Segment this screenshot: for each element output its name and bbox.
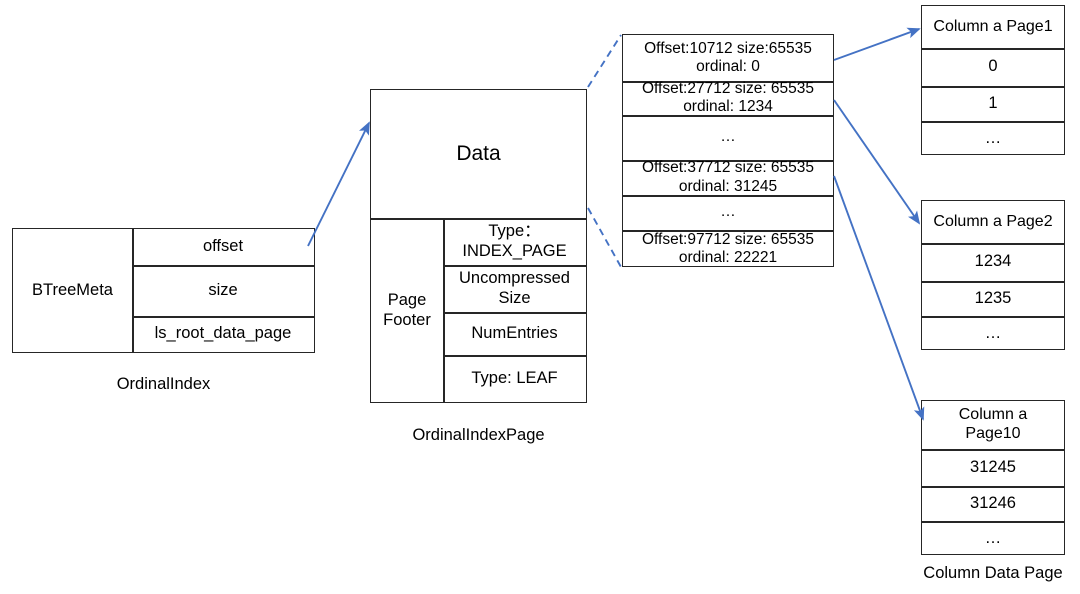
offset-entry-row: Offset:37712 size: 65535 ordinal: 31245 [641,159,815,195]
ordinal-index-field-size: size [208,280,238,299]
column-page-10-value: 31245 [970,457,1016,476]
column-page-2-value: 1234 [974,252,1012,271]
column-data-page-caption: Column Data Page [923,564,1063,582]
offset-entries-box: Offset:10712 size:65535 ordinal: 0 Offse… [622,34,834,267]
btreemeta-label: BTreeMeta [31,280,113,299]
column-data-page-10: Column a Page10 31245 31246 … [921,400,1065,555]
offset-entry-row: Offset:27712 size: 65535 ordinal: 1234 [641,79,815,115]
column-page-10-value: … [984,528,1002,547]
column-page-2-header: Column a Page2 [933,212,1053,230]
footer-field-type-index-page: Type： INDEX_PAGE [462,222,567,260]
column-page-1-value: 1 [988,93,998,112]
ordinal-index-box: BTreeMeta offset size ls_root_data_page [12,228,315,353]
column-data-page-2: Column a Page2 1234 1235 … [921,200,1065,350]
page-data-label: Data [456,141,501,165]
ordinal-index-page-caption: OrdinalIndexPage [412,426,545,444]
column-page-10-header: Column a Page10 [958,406,1028,442]
arrow-entry4-to-column-page-10 [833,175,925,421]
arrow-ordinalindex-to-page [307,121,370,247]
ordinal-index-caption: OrdinalIndex [116,375,211,393]
page-footer-label: Page Footer [383,291,431,329]
footer-field-uncompressed-size: Uncompressed Size [459,269,570,307]
column-page-1-header: Column a Page1 [933,17,1053,35]
dashed-connector-top [587,34,622,88]
column-page-1-value: 0 [988,57,998,76]
diagram-canvas: BTreeMeta offset size ls_root_data_page … [0,0,1080,594]
offset-entry-row: … [720,203,736,221]
column-page-2-value: 1235 [974,288,1012,307]
column-page-1-value: … [984,128,1002,147]
ordinal-index-field-ls-root-data-page: ls_root_data_page [154,324,292,343]
footer-field-type-leaf: Type: LEAF [471,369,558,388]
offset-entry-row: Offset:97712 size: 65535 ordinal: 22221 [641,230,815,266]
offset-entry-row: … [720,128,736,146]
arrow-entry1-to-column-page-1 [833,27,921,61]
dashed-connector-bottom [587,207,622,268]
column-data-page-1: Column a Page1 0 1 … [921,5,1065,155]
ordinal-index-page-box: Data Page Footer Type： INDEX_PAGE Uncomp… [370,89,587,403]
offset-entry-row: Offset:10712 size:65535 ordinal: 0 [644,39,812,75]
footer-field-num-entries: NumEntries [471,323,558,342]
arrow-entry2-to-column-page-2 [833,99,921,225]
column-page-10-value: 31246 [970,493,1016,512]
column-page-2-value: … [984,323,1002,342]
ordinal-index-field-offset: offset [202,237,244,256]
